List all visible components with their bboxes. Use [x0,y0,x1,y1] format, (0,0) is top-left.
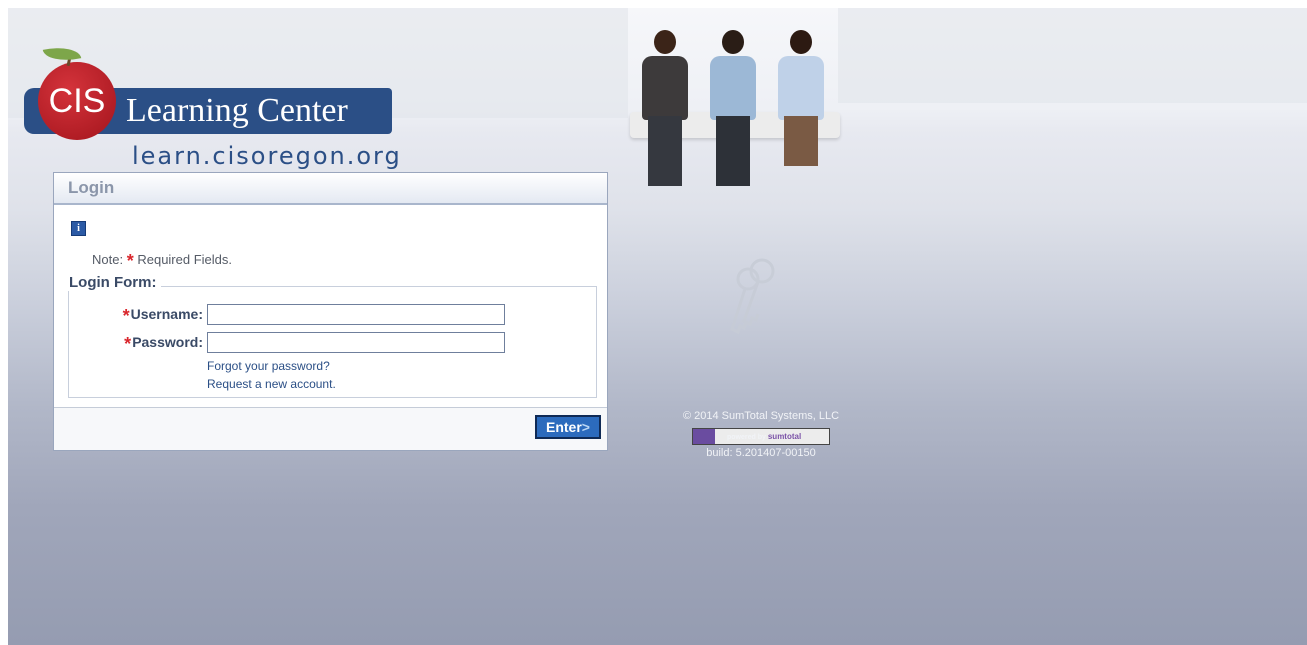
required-star-icon: * [122,306,130,326]
required-star-icon: * [126,251,134,271]
request-account-line: Request a new account. [207,377,336,391]
password-input[interactable] [207,332,505,353]
powered-brand: sumtotal [767,432,802,441]
logo-title: Learning Center [126,92,348,129]
cis-logo: CIS Learning Center learn.cisoregon.org [22,42,402,176]
powered-prefix: powered by [727,434,766,441]
logo-url: learn.cisoregon.org [132,142,402,170]
login-form-legend: Login Form: [64,274,162,291]
build-text: build: 5.201407-00150 [706,447,816,459]
login-title: Login [68,178,115,197]
window-decoration [838,8,1307,103]
password-label-text: Password: [132,334,203,350]
request-prefix: Request a [207,377,262,391]
login-footer: Enter> [54,407,607,450]
username-input[interactable] [207,304,505,325]
enter-label: Enter [546,419,582,435]
enter-button[interactable]: Enter> [535,415,601,439]
forgot-password-line: Forgot your password? [207,359,330,373]
sumtotal-logo-icon [693,429,715,444]
footer-info: © 2014 SumTotal Systems, LLC powered by … [650,410,872,459]
people-photo [630,16,840,186]
forgot-suffix: ? [323,359,330,373]
info-icon[interactable]: i [71,221,86,236]
request-suffix: . [332,377,336,391]
username-label-text: Username: [130,306,203,322]
logo-initials: CIS [48,82,106,120]
required-note: Note: * Required Fields. [92,251,232,272]
required-star-icon: * [124,334,132,354]
copyright-text: © 2014 SumTotal Systems, LLC [682,410,840,422]
note-suffix: Required Fields. [137,252,232,267]
request-account-link[interactable]: new account [265,377,332,391]
login-header [54,173,607,205]
password-label: *Password: [63,334,203,355]
forgot-prefix: Forgot your [207,359,269,373]
login-panel: Login i Note: * Required Fields. Login F… [53,172,608,451]
note-prefix: Note: [92,252,124,267]
apple-icon: CIS [38,62,116,140]
username-label: *Username: [63,306,203,327]
person-figure [642,30,688,186]
forgot-password-link[interactable]: password [272,359,323,373]
keys-icon [730,258,775,335]
person-figure [710,30,756,186]
person-figure [778,30,824,166]
powered-by-badge[interactable]: powered by sumtotal [692,428,830,445]
chevron-right-icon: > [581,419,590,435]
